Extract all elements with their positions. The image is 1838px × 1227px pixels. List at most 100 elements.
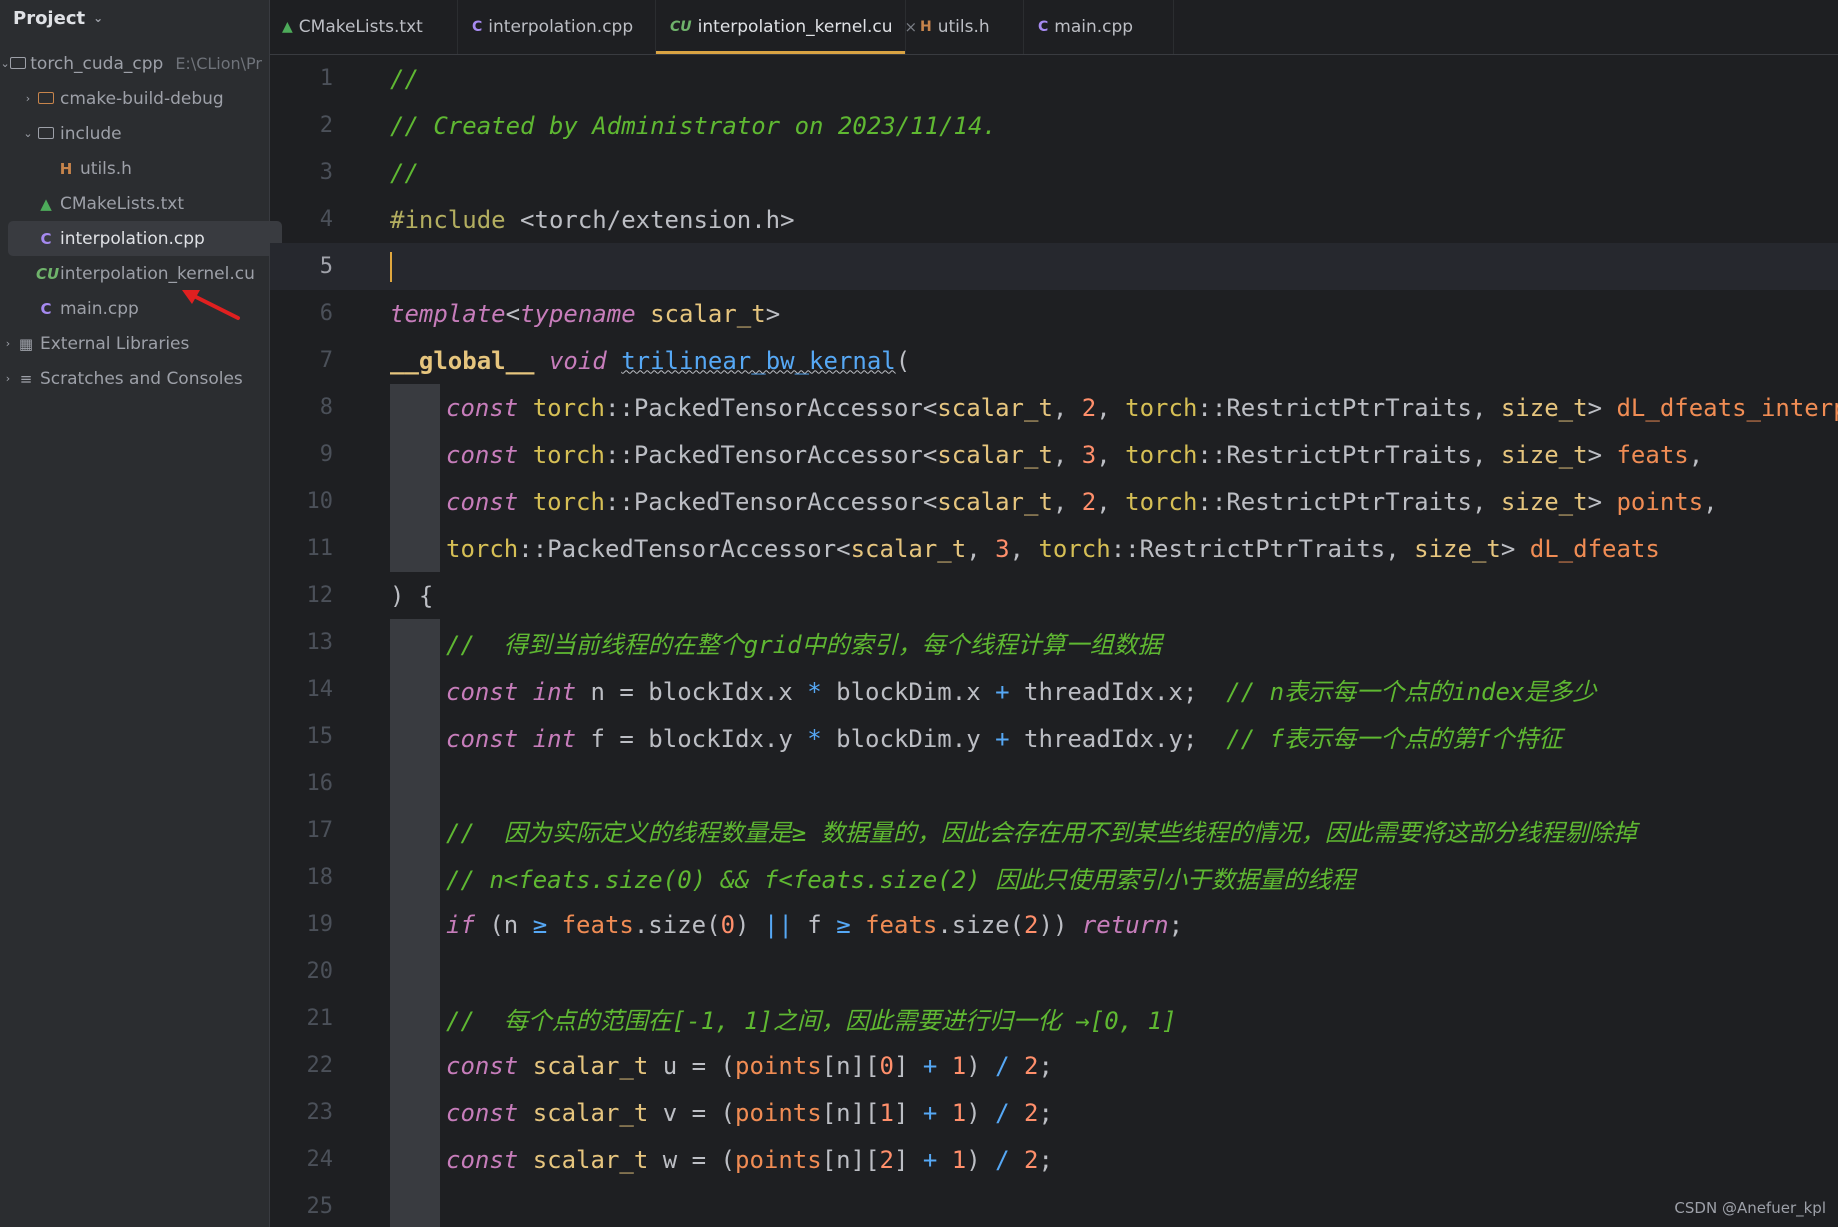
namespace: torch xyxy=(1125,393,1198,422)
code-text: // 得到当前线程的在整个grid中的索引，每个线程计算一组数据 xyxy=(446,625,1162,660)
indent-guide xyxy=(390,760,440,807)
code-text: torch::PackedTensorAccessor<scalar_t, 3,… xyxy=(446,534,1660,563)
line-number: 9 xyxy=(319,442,333,467)
comment: // xyxy=(390,158,419,187)
keyword: return xyxy=(1081,910,1169,939)
code-line[interactable]: 16 xyxy=(270,760,1838,807)
class-name: PackedTensorAccessor xyxy=(633,487,923,516)
indent-guide xyxy=(390,666,440,713)
cpp-file-icon: C xyxy=(40,229,52,248)
line-number: 8 xyxy=(319,395,333,420)
code-line[interactable]: 1 // xyxy=(270,55,1838,102)
tab-utils-h[interactable]: H utils.h xyxy=(906,0,1024,54)
namespace: torch xyxy=(532,487,605,516)
folder-icon xyxy=(10,55,27,73)
code-line[interactable]: 9 const torch::PackedTensorAccessor<scal… xyxy=(270,431,1838,478)
code-line[interactable]: 22 const scalar_t u = (points[n][0] + 1)… xyxy=(270,1042,1838,1089)
indent-guide xyxy=(390,1183,440,1227)
type-name: size_t xyxy=(1500,393,1588,422)
keyword: const xyxy=(446,725,519,753)
line-number: 5 xyxy=(319,254,333,279)
line-number: 25 xyxy=(306,1194,334,1219)
chevron-down-icon[interactable]: ⌄ xyxy=(0,57,10,70)
tab-interpolation-cpp[interactable]: C interpolation.cpp xyxy=(458,0,656,54)
parameter: dL_dfeats xyxy=(1529,534,1660,563)
tree-item-interpolation-kernel-cu[interactable]: CU interpolation_kernel.cu xyxy=(0,256,298,291)
tree-item-torch-cuda-cpp[interactable]: ⌄ torch_cuda_cpp E:\CLion\Pr xyxy=(0,46,262,81)
code-line[interactable]: 15 const int f = blockIdx.y * blockDim.y… xyxy=(270,713,1838,760)
code-line[interactable]: 7 __global__ void trilinear_bw_kernal( xyxy=(270,337,1838,384)
tree-item-label: CMakeLists.txt xyxy=(60,193,185,214)
indent-guide xyxy=(390,807,440,854)
code-text: // 每个点的范围在[-1, 1]之间，因此需要进行归一化 →[0, 1] xyxy=(446,1001,1177,1036)
h-file-icon: H xyxy=(59,159,73,178)
code-line[interactable]: 14 const int n = blockIdx.x * blockDim.x… xyxy=(270,666,1838,713)
chevron-right-icon[interactable]: › xyxy=(0,337,16,350)
tree-item-main-cpp[interactable]: C main.cpp xyxy=(0,291,298,326)
line-number: 18 xyxy=(306,865,334,890)
code-line[interactable]: 19 if (n ≥ feats.size(0) || f ≥ feats.si… xyxy=(270,901,1838,948)
cpp-file-icon: C xyxy=(1038,19,1049,35)
tree-item-scratches[interactable]: › ≡ Scratches and Consoles xyxy=(0,361,262,396)
line-number: 4 xyxy=(319,207,333,232)
chevron-down-icon[interactable]: ⌄ xyxy=(93,11,103,25)
parameter: points xyxy=(735,1145,822,1174)
tab-main-cpp[interactable]: C main.cpp xyxy=(1024,0,1174,54)
line-number: 20 xyxy=(306,959,334,984)
code-line[interactable]: 17 // 因为实际定义的线程数量是≥ 数据量的，因此会存在用不到某些线程的情况… xyxy=(270,807,1838,854)
class-name: RestrictPtrTraits xyxy=(1226,440,1472,469)
namespace: torch xyxy=(532,440,605,469)
parameter: feats xyxy=(561,910,634,939)
line-number: 23 xyxy=(306,1100,334,1125)
code-line[interactable]: 23 const scalar_t v = (points[n][1] + 1)… xyxy=(270,1089,1838,1136)
code-line[interactable]: 6 template<typename scalar_t> xyxy=(270,290,1838,337)
code-line[interactable]: 4 #include <torch/extension.h> xyxy=(270,196,1838,243)
code-line[interactable]: 25 xyxy=(270,1183,1838,1227)
keyword: const xyxy=(446,1098,519,1127)
code-line[interactable]: 12 ) { xyxy=(270,572,1838,619)
indent-guide xyxy=(390,525,440,572)
tree-item-external-libraries[interactable]: › ▦ External Libraries xyxy=(0,326,262,361)
comment: // n<feats.size(0) && f<feats.size(2) 因此… xyxy=(446,866,1356,894)
tree-item-cmakelists[interactable]: ▲ CMakeLists.txt xyxy=(0,186,298,221)
line-number: 14 xyxy=(306,677,334,702)
code-line[interactable]: 11 torch::PackedTensorAccessor<scalar_t,… xyxy=(270,525,1838,572)
code-line[interactable]: 2 // Created by Administrator on 2023/11… xyxy=(270,102,1838,149)
indent-guide xyxy=(390,619,440,666)
project-panel-header[interactable]: Project ⌄ xyxy=(0,0,269,36)
chevron-right-icon[interactable]: › xyxy=(0,372,16,385)
tab-label: interpolation.cpp xyxy=(488,17,634,37)
tree-item-interpolation-cpp[interactable]: C interpolation.cpp xyxy=(8,221,282,256)
code-line[interactable]: 10 const torch::PackedTensorAccessor<sca… xyxy=(270,478,1838,525)
code-line[interactable]: 8 const torch::PackedTensorAccessor<scal… xyxy=(270,384,1838,431)
code-line[interactable]: 13 // 得到当前线程的在整个grid中的索引，每个线程计算一组数据 xyxy=(270,619,1838,666)
code-text: const torch::PackedTensorAccessor<scalar… xyxy=(446,487,1718,516)
code-text: ) { xyxy=(390,581,434,610)
code-line[interactable]: 21 // 每个点的范围在[-1, 1]之间，因此需要进行归一化 →[0, 1] xyxy=(270,995,1838,1042)
chevron-down-icon[interactable]: ⌄ xyxy=(20,127,36,140)
annotation-arrow-icon xyxy=(182,290,240,320)
indent-guide xyxy=(390,384,440,431)
tree-item-label: include xyxy=(60,123,122,144)
code-text: #include <torch/extension.h> xyxy=(390,206,795,234)
tab-interpolation-kernel-cu[interactable]: CU interpolation_kernel.cu × xyxy=(656,0,917,54)
keyword: int xyxy=(532,725,577,753)
tab-cmakelists[interactable]: ▲ CMakeLists.txt xyxy=(270,0,458,54)
parameter: feats xyxy=(1616,440,1689,469)
comment: // f表示每一个点的第f个特征 xyxy=(1226,725,1563,753)
code-line[interactable]: 3 // xyxy=(270,149,1838,196)
parameter: feats xyxy=(865,910,938,939)
h-file-icon: H xyxy=(920,19,932,35)
cmake-icon: ▲ xyxy=(282,19,293,35)
tree-item-include[interactable]: ⌄ include xyxy=(0,116,282,151)
code-editor[interactable]: 1 // 2 // Created by Administrator on 20… xyxy=(270,55,1838,1227)
keyword: const xyxy=(446,487,519,516)
code-line[interactable]: 24 const scalar_t w = (points[n][2] + 1)… xyxy=(270,1136,1838,1183)
chevron-right-icon[interactable]: › xyxy=(20,92,36,105)
code-line[interactable]: 20 xyxy=(270,948,1838,995)
keyword: int xyxy=(532,678,577,706)
tree-item-cmake-build-debug[interactable]: › cmake-build-debug xyxy=(0,81,282,116)
scratches-icon: ≡ xyxy=(19,369,33,388)
code-line[interactable]: 18 // n<feats.size(0) && f<feats.size(2)… xyxy=(270,854,1838,901)
code-line-current[interactable]: 5 xyxy=(270,243,1838,290)
